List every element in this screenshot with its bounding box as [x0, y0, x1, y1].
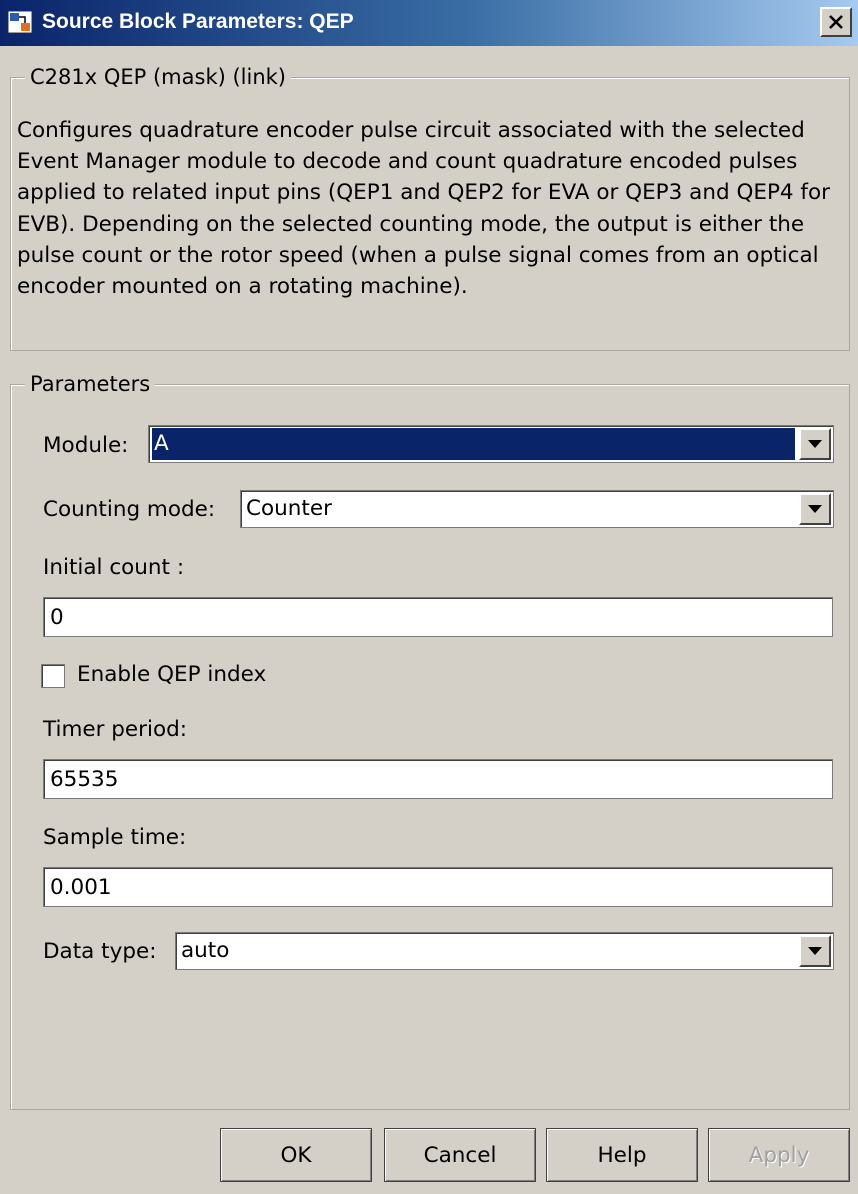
timer-period-label: Timer period: — [43, 717, 188, 742]
chevron-down-icon — [808, 440, 822, 448]
chevron-down-icon — [808, 505, 822, 513]
simulink-block-icon — [8, 11, 32, 33]
description-text: Configures quadrature encoder pulse circ… — [17, 118, 830, 300]
close-button[interactable] — [820, 7, 852, 37]
close-icon — [829, 15, 843, 29]
counting-mode-select[interactable]: Counter — [240, 490, 834, 528]
ok-button[interactable]: OK — [220, 1128, 372, 1182]
enable-qep-index-label[interactable]: Enable QEP index — [77, 660, 266, 690]
module-label: Module: — [43, 433, 129, 458]
enable-qep-index-checkbox[interactable] — [41, 664, 65, 688]
module-select-value: A — [152, 428, 795, 460]
sample-time-field[interactable] — [43, 867, 833, 907]
counting-mode-dropdown-button[interactable] — [799, 493, 831, 525]
sample-time-input[interactable] — [50, 868, 810, 906]
timer-period-field[interactable] — [43, 759, 833, 799]
description-group-title: C281x QEP (mask) (link) — [25, 62, 291, 92]
title-bar[interactable]: Source Block Parameters: QEP — [0, 0, 858, 46]
cancel-button[interactable]: Cancel — [384, 1128, 536, 1182]
data-type-label: Data type: — [43, 939, 157, 964]
chevron-down-icon — [808, 947, 822, 955]
help-button[interactable]: Help — [546, 1128, 698, 1182]
timer-period-input[interactable] — [50, 760, 810, 798]
module-select[interactable]: A — [148, 425, 834, 463]
initial-count-label: Initial count : — [43, 555, 185, 580]
data-type-select[interactable]: auto — [175, 932, 834, 970]
sample-time-label: Sample time: — [43, 825, 187, 850]
description-group: C281x QEP (mask) (link) Configures quadr… — [10, 62, 850, 351]
initial-count-input[interactable] — [50, 598, 810, 636]
counting-mode-value: Counter — [246, 496, 332, 521]
apply-button[interactable]: Apply — [708, 1128, 850, 1182]
data-type-value: auto — [181, 938, 230, 963]
data-type-dropdown-button[interactable] — [799, 935, 831, 967]
parameters-group-title: Parameters — [25, 369, 156, 399]
window-title: Source Block Parameters: QEP — [42, 10, 354, 33]
counting-mode-label: Counting mode: — [43, 497, 216, 522]
module-dropdown-button[interactable] — [799, 428, 831, 460]
initial-count-field[interactable] — [43, 597, 833, 637]
